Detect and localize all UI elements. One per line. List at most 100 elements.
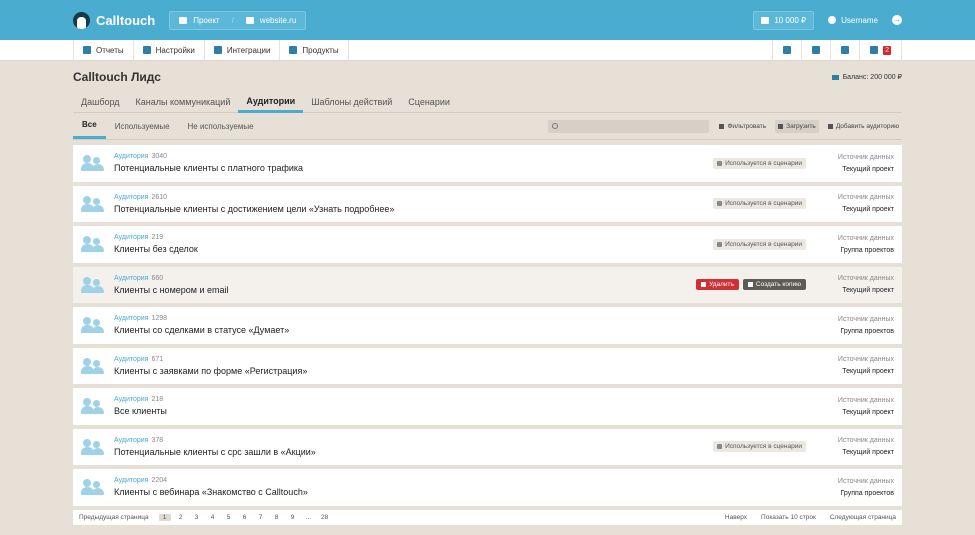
menu-label: Отчеты — [96, 45, 124, 55]
page-number[interactable]: 6 — [239, 514, 251, 521]
window-icon — [245, 16, 254, 24]
audience-card[interactable]: Аудитория 671 Клиенты с заявками по форме … — [73, 347, 902, 384]
copy-button[interactable]: Создать копию — [742, 279, 806, 291]
audience-info: Аудитория 378 Потенциальные клиенты с cpc … — [114, 437, 713, 457]
used-in-scenario-badge: Используется в сценарии — [713, 441, 806, 453]
audience-name[interactable]: Клиенты со сделками в статусе «Думает» — [114, 325, 822, 335]
audience-name[interactable]: Потенциальные клиенты с платного трафика — [114, 163, 713, 173]
main-menu: Отчеты Настройки Интеграции Продукты 2 — [0, 40, 975, 61]
tab-templates[interactable]: Шаблоны действий — [303, 91, 400, 112]
audience-card[interactable]: Аудитория 2610 Потенциальные клиенты с дос… — [73, 185, 902, 222]
audience-meta: Аудитория 219 — [114, 234, 713, 241]
page-number[interactable]: 7 — [255, 514, 267, 521]
lock-icon — [717, 201, 723, 207]
audience-info: Аудитория 3040 Потенциальные клиенты с пла… — [114, 153, 713, 173]
audience-card[interactable]: Аудитория 660 Клиенты с номером и email Уда… — [73, 266, 902, 303]
audience-card[interactable]: Аудитория 1298 Клиенты со сделками в стату… — [73, 307, 902, 344]
audience-count: 2610 — [151, 193, 168, 201]
data-source: Источник данных Текущий проект — [822, 275, 894, 294]
audience-info: Аудитория 219 Клиенты без сделок — [114, 234, 713, 254]
username: Username — [841, 15, 878, 25]
balance-value: 10 000 ₽ — [774, 15, 807, 25]
page-title: Calltouch Лидс — [73, 70, 161, 84]
phone-icon — [783, 46, 792, 54]
tab-dashboard[interactable]: Дашборд — [73, 91, 128, 112]
audience-type-label: Аудитория — [114, 477, 149, 485]
brand-logo[interactable]: Calltouch — [73, 11, 155, 29]
menu-item-settings[interactable]: Настройки — [134, 40, 205, 60]
support-button[interactable] — [802, 40, 832, 60]
filter-tab-unused[interactable]: Не используемые — [179, 113, 263, 139]
user-menu[interactable]: Username — [828, 16, 878, 25]
audience-name[interactable]: Клиенты с номером и email — [114, 285, 696, 295]
copy-icon — [747, 282, 753, 288]
audience-count: 671 — [151, 355, 164, 363]
audience-card[interactable]: Аудитория 378 Потенциальные клиенты с cpc … — [73, 428, 902, 465]
data-source-label: Источник данных — [837, 477, 894, 485]
page-number[interactable]: 5 — [223, 514, 235, 521]
page-number[interactable]: 2 — [175, 514, 187, 521]
data-source-label: Источник данных — [837, 275, 894, 283]
prev-page-button[interactable]: Предыдущая страница — [79, 514, 149, 521]
tab-audiences[interactable]: Аудитории — [238, 91, 304, 113]
add-audience-button[interactable]: Добавить аудиторию — [825, 120, 902, 133]
logout-icon[interactable]: → — [892, 15, 902, 25]
page-number[interactable]: 28 — [319, 514, 331, 521]
audience-meta: Аудитория 671 — [114, 356, 822, 363]
upload-icon — [778, 123, 784, 129]
page-number[interactable]: ... — [303, 514, 315, 521]
data-source-value: Текущий проект — [842, 206, 894, 214]
delete-label: Удалить — [709, 281, 734, 289]
menu-item-reports[interactable]: Отчеты — [73, 40, 134, 60]
upload-button[interactable]: Загрузить — [775, 119, 819, 133]
delete-button[interactable]: Удалить — [696, 279, 739, 291]
audience-card[interactable]: Аудитория 3040 Потенциальные клиенты с пла… — [73, 145, 902, 182]
audience-card[interactable]: Аудитория 2204 Клиенты с вебинара «Знакомс… — [73, 469, 902, 506]
audience-card[interactable]: Аудитория 219 Клиенты без сделок Использует… — [73, 226, 902, 263]
audience-count: 218 — [151, 396, 164, 404]
search-input[interactable] — [562, 122, 703, 130]
filter-tab-used[interactable]: Используемые — [106, 113, 179, 139]
audience-name[interactable]: Все клиенты — [114, 406, 822, 416]
page-number[interactable]: 9 — [287, 514, 299, 521]
search-box[interactable] — [548, 119, 710, 133]
lock-icon — [717, 444, 723, 450]
balance-button[interactable]: 10 000 ₽ — [753, 10, 815, 30]
audience-icon — [81, 315, 105, 335]
rows-per-page-select[interactable]: Показать 10 строк — [761, 514, 816, 521]
audience-name[interactable]: Клиенты без сделок — [114, 244, 713, 254]
project-selector[interactable]: Проект / website.ru — [169, 10, 307, 30]
notifications-button[interactable]: 2 — [860, 40, 902, 60]
filter-tab-all[interactable]: Все — [73, 113, 106, 139]
audience-info: Аудитория 2204 Клиенты с вебинара «Знакомс… — [114, 477, 822, 497]
next-page-button[interactable]: Следующая страница — [830, 514, 896, 521]
tab-channels[interactable]: Каналы коммуникаций — [128, 91, 239, 112]
data-source-value: Текущий проект — [842, 368, 894, 376]
audience-name[interactable]: Потенциальные клиенты с достижением цели… — [114, 204, 713, 214]
globe-icon — [289, 46, 298, 54]
audience-type-label: Аудитория — [114, 396, 149, 404]
menu-item-products[interactable]: Продукты — [280, 40, 349, 60]
phone-button[interactable] — [772, 40, 803, 60]
audience-count: 660 — [151, 274, 164, 282]
audience-name[interactable]: Клиенты с заявками по форме «Регистрация… — [114, 366, 822, 376]
data-source: Источник данных Текущий проект — [822, 194, 894, 213]
graduation-cap-icon — [841, 46, 850, 54]
scroll-top-button[interactable]: Наверх — [725, 514, 747, 521]
page-number[interactable]: 4 — [207, 514, 219, 521]
menu-item-integrations[interactable]: Интеграции — [205, 40, 281, 60]
page-number[interactable]: 8 — [271, 514, 283, 521]
menu-label: Настройки — [155, 45, 195, 55]
education-button[interactable] — [831, 40, 861, 60]
audience-card[interactable]: Аудитория 218 Все клиенты Источник данных Те… — [73, 388, 902, 425]
clipboard-icon — [83, 46, 91, 54]
audience-name[interactable]: Потенциальные клиенты с cpc зашли в «Акц… — [114, 447, 713, 457]
filter-button[interactable]: Фильтровать — [716, 120, 769, 133]
menu-label: Продукты — [302, 45, 339, 55]
wallet-icon — [831, 74, 839, 80]
tab-scenarios[interactable]: Сценарии — [400, 91, 458, 112]
data-source-label: Источник данных — [837, 356, 894, 364]
page-number[interactable]: 1 — [158, 513, 171, 521]
page-number[interactable]: 3 — [191, 514, 203, 521]
audience-name[interactable]: Клиенты с вебинара «Знакомство с Calltou… — [114, 487, 822, 497]
